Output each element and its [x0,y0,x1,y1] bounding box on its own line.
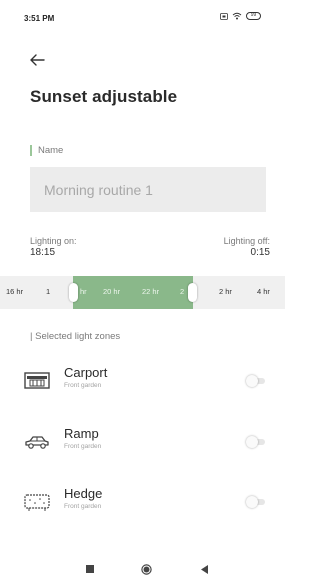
lighting-on-label: Lighting on: [30,236,77,246]
notification-icon [220,12,228,20]
zone-toggle-hedge[interactable] [246,496,266,508]
hedge-icon [24,494,50,511]
zone-item-hedge[interactable]: Hedge Front garden [24,486,276,522]
selected-zones-label: | Selected light zones [30,331,121,342]
timeline-label: 2 [180,287,185,296]
car-icon [25,436,49,449]
timeline-label: 1 [46,287,53,296]
carport-icon [24,372,50,389]
zone-location: Front garden [64,443,102,450]
timeline-label: 4 hr [257,287,270,296]
lighting-off-value: 0:15 [250,247,270,258]
wifi-icon [232,12,242,20]
recents-icon[interactable] [86,565,94,573]
home-icon[interactable] [141,564,152,575]
name-label: Name [30,145,63,156]
zone-name: Hedge [64,486,103,501]
battery-icon: 99 [246,12,261,20]
lighting-off-label: Lighting off: [223,236,270,246]
status-time: 3:51 PM [24,14,55,23]
status-icons: 99 [220,12,261,20]
battery-level: 99 [250,12,257,18]
lighting-on-value: 18:15 [30,247,56,258]
back-nav-icon[interactable] [201,565,209,574]
zone-item-carport[interactable]: Carport Front garden [24,365,276,401]
name-input[interactable] [30,167,266,212]
selected-time-range[interactable] [73,276,193,309]
end-time-handle[interactable] [188,283,197,302]
timeline-label: 2 hr [219,287,232,296]
zone-location: Front garden [64,382,102,389]
time-range-slider[interactable]: 16 hr 1 hr 20 hr 22 hr 2 2 hr 4 hr [0,276,285,309]
back-arrow-icon[interactable] [28,52,46,68]
timeline-label: 22 hr [142,287,160,296]
zone-item-ramp[interactable]: Ramp Front garden [24,426,276,462]
timeline-label: hr [80,287,87,296]
zone-location: Front garden [64,503,102,510]
zone-name: Carport [64,365,108,380]
zone-toggle-ramp[interactable] [246,436,266,448]
timeline-label: 20 hr [103,287,121,296]
timeline-label: 16 hr [6,287,24,296]
page-title: Sunset adjustable [30,87,178,106]
start-time-handle[interactable] [69,283,78,302]
navigation-bar [0,555,285,585]
zone-name: Ramp [64,426,99,441]
zone-toggle-carport[interactable] [246,375,266,387]
